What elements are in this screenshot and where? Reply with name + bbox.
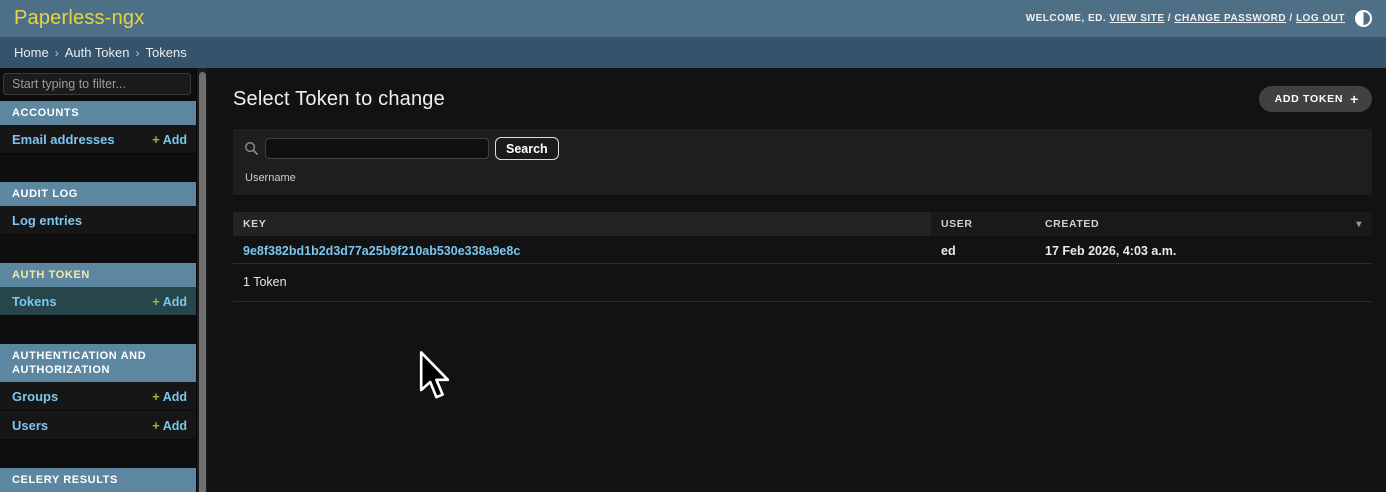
plus-icon: + <box>152 294 160 309</box>
sidebar: ACCOUNTS Email addresses +Add AUDIT LOG … <box>0 68 196 492</box>
breadcrumb-model: Tokens <box>146 45 187 60</box>
app-title[interactable]: Paperless-ngx <box>14 7 144 30</box>
sidebar-scrollbar[interactable] <box>196 68 207 492</box>
sidebar-item-label[interactable]: Tokens <box>12 294 57 309</box>
plus-icon: + <box>152 132 160 147</box>
separator: / <box>1168 13 1171 24</box>
search-icon <box>244 141 259 156</box>
welcome-label: WELCOME, ED. <box>1026 13 1106 24</box>
log-out-link[interactable]: LOG OUT <box>1296 13 1345 24</box>
sidebar-item-label[interactable]: Groups <box>12 389 58 404</box>
breadcrumb-app[interactable]: Auth Token <box>65 45 130 60</box>
sidebar-item-tokens[interactable]: Tokens +Add <box>0 287 196 316</box>
token-created-cell: 17 Feb 2026, 4:03 a.m. <box>1035 244 1372 258</box>
token-user-cell: ed <box>931 244 1035 258</box>
sidebar-section-accounts: ACCOUNTS Email addresses +Add <box>0 101 196 154</box>
plus-icon: + <box>152 389 160 404</box>
sidebar-section-audit-log: AUDIT LOG Log entries <box>0 182 196 235</box>
add-label: Add <box>163 295 187 309</box>
sidebar-item-label[interactable]: Email addresses <box>12 132 115 147</box>
sidebar-item-label[interactable]: Users <box>12 418 48 433</box>
token-key-link[interactable]: 9e8f382bd1b2d3d77a25b9f210ab530e338a9e8c <box>243 244 520 258</box>
add-group-link[interactable]: +Add <box>152 389 187 404</box>
sidebar-section-celery-results: CELERY RESULTS <box>0 468 196 492</box>
search-toolbar: Search Username <box>233 129 1372 195</box>
add-label: Add <box>163 133 187 147</box>
plus-icon: + <box>1350 94 1359 104</box>
add-user-link[interactable]: +Add <box>152 418 187 433</box>
column-header-user[interactable]: USER <box>931 212 1035 236</box>
sidebar-section-title[interactable]: AUDIT LOG <box>0 182 196 206</box>
theme-toggle-icon[interactable] <box>1355 10 1372 27</box>
welcome-text: WELCOME, ED. VIEW SITE / CHANGE PASSWORD… <box>1026 13 1345 24</box>
sidebar-section-title[interactable]: CELERY RESULTS <box>0 468 196 492</box>
user-tools: WELCOME, ED. VIEW SITE / CHANGE PASSWORD… <box>1026 10 1372 27</box>
add-label: Add <box>163 390 187 404</box>
search-input[interactable] <box>265 138 489 159</box>
column-header-created-label: CREATED <box>1045 218 1099 230</box>
sidebar-scrollbar-thumb[interactable] <box>199 72 206 492</box>
sidebar-section-auth-and-authorization: AUTHENTICATION AND AUTHORIZATION Groups … <box>0 344 196 440</box>
sidebar-section-title[interactable]: ACCOUNTS <box>0 101 196 125</box>
table-row: 9e8f382bd1b2d3d77a25b9f210ab530e338a9e8c… <box>233 238 1372 264</box>
breadcrumb-separator: › <box>55 46 59 60</box>
column-header-created[interactable]: CREATED ▾ <box>1035 212 1372 236</box>
token-key-cell: 9e8f382bd1b2d3d77a25b9f210ab530e338a9e8c <box>233 244 931 258</box>
sidebar-item-email-addresses[interactable]: Email addresses +Add <box>0 125 196 154</box>
page-title: Select Token to change <box>233 88 445 111</box>
change-password-link[interactable]: CHANGE PASSWORD <box>1174 13 1286 24</box>
add-token-button-label: ADD TOKEN <box>1275 93 1344 105</box>
result-count: 1 Token <box>233 264 1372 302</box>
add-label: Add <box>163 419 187 433</box>
sidebar-item-log-entries[interactable]: Log entries <box>0 206 196 235</box>
sort-options-caret-icon[interactable]: ▾ <box>1356 219 1362 230</box>
separator: / <box>1289 13 1292 24</box>
column-header-key[interactable]: KEY <box>233 212 931 236</box>
sidebar-section-auth-token: AUTH TOKEN Tokens +Add <box>0 263 196 316</box>
sidebar-section-title[interactable]: AUTH TOKEN <box>0 263 196 287</box>
plus-icon: + <box>152 418 160 433</box>
breadcrumb-home[interactable]: Home <box>14 45 49 60</box>
sidebar-item-label[interactable]: Log entries <box>12 213 82 228</box>
add-email-address-link[interactable]: +Add <box>152 132 187 147</box>
search-field-hint: Username <box>245 172 1362 184</box>
breadcrumb-separator: › <box>136 46 140 60</box>
add-token-button[interactable]: ADD TOKEN + <box>1259 86 1372 112</box>
view-site-link[interactable]: VIEW SITE <box>1109 13 1164 24</box>
tokens-table: KEY USER CREATED ▾ 9e8f382bd1b2d3d77a25b… <box>233 212 1372 302</box>
sidebar-section-title[interactable]: AUTHENTICATION AND AUTHORIZATION <box>0 344 196 382</box>
top-header-bar: Paperless-ngx WELCOME, ED. VIEW SITE / C… <box>0 0 1386 37</box>
table-header-row: KEY USER CREATED ▾ <box>233 212 1372 236</box>
search-button[interactable]: Search <box>495 137 559 160</box>
add-token-link[interactable]: +Add <box>152 294 187 309</box>
sidebar-filter-input[interactable] <box>3 73 191 95</box>
main-content: Select Token to change ADD TOKEN + Searc… <box>207 68 1386 492</box>
sidebar-item-users[interactable]: Users +Add <box>0 411 196 440</box>
sidebar-item-groups[interactable]: Groups +Add <box>0 382 196 411</box>
breadcrumb: Home › Auth Token › Tokens <box>0 37 1386 68</box>
